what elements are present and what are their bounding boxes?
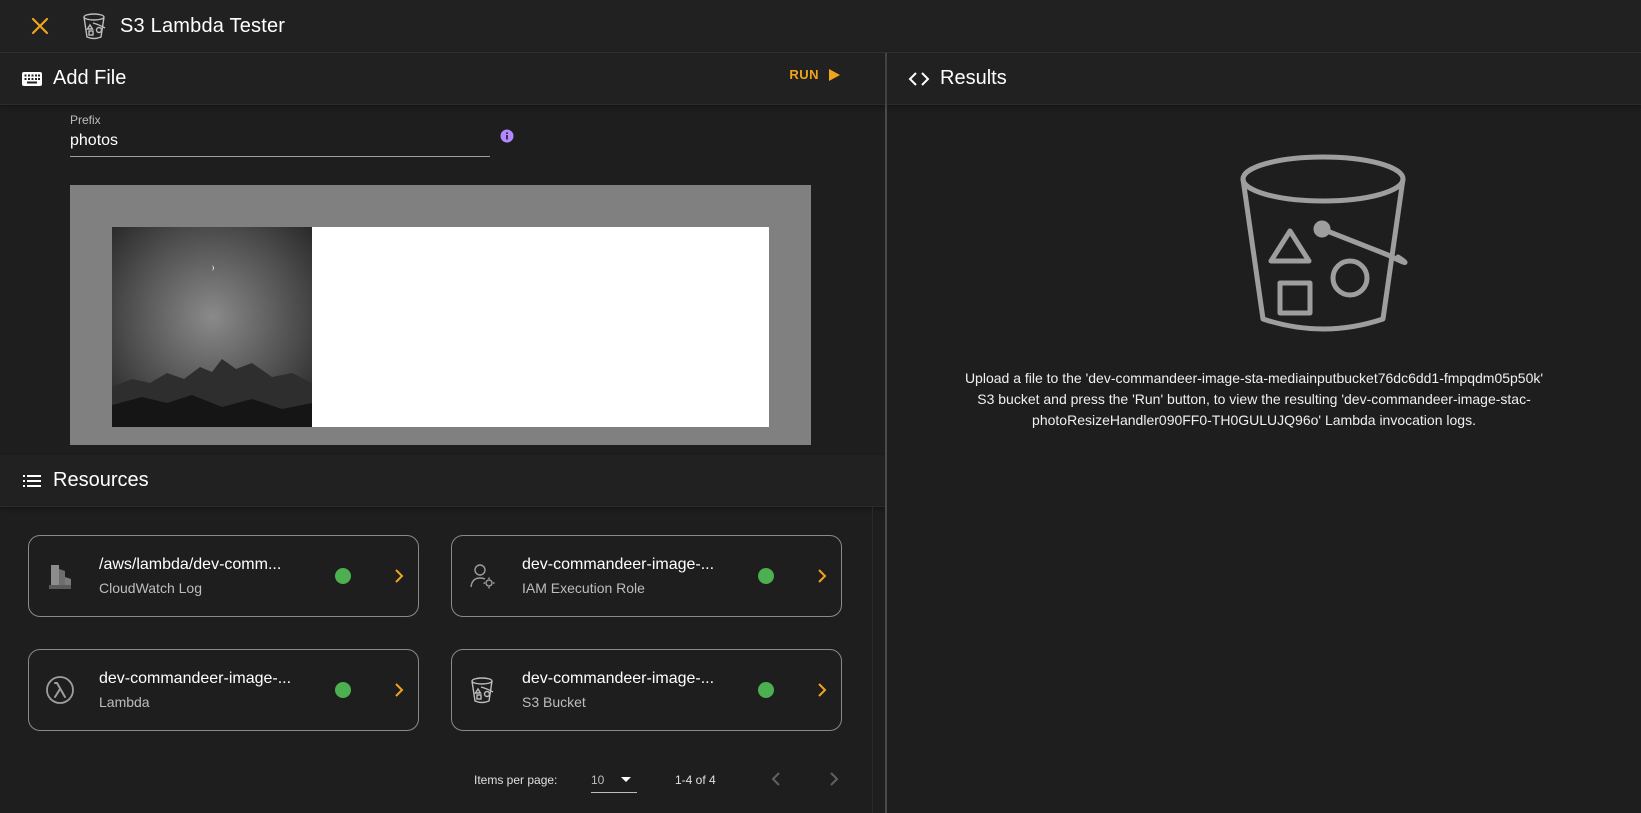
resource-card-text: dev-commandeer-image-... Lambda [99,670,299,710]
app-title: S3 Lambda Tester [120,14,286,37]
top-bar: S3 Lambda Tester [0,0,1641,53]
resources-section: Resources [0,455,885,507]
chevron-left-icon[interactable] [766,769,786,789]
file-drop-preview[interactable] [70,185,811,445]
s3-bucket-icon [83,13,106,40]
resource-card-text: dev-commandeer-image-... IAM Execution R… [522,556,722,596]
left-panel: Add File RUN Prefix photos Resources /aw… [0,53,885,813]
resource-card-text: dev-commandeer-image-... S3 Bucket [522,670,722,710]
resource-card-cloudwatch-log[interactable]: /aws/lambda/dev-comm... CloudWatch Log [28,535,419,617]
prefix-field: Prefix [70,113,490,157]
preview-blank-area [312,227,769,427]
chevron-right-icon[interactable] [824,769,844,789]
s3-bucket-icon [1240,154,1408,332]
info-icon[interactable] [500,129,514,143]
resource-type: CloudWatch Log [99,580,202,596]
iam-role-icon [470,564,495,589]
status-indicator [758,682,774,698]
items-per-page-select[interactable]: 10 [591,765,637,793]
prefix-input[interactable] [70,132,490,157]
resources-header: Resources [0,455,885,507]
results-instructions: Upload a file to the 'dev-commandeer-ima… [887,368,1641,431]
status-indicator [758,568,774,584]
results-message-line-3: photoResizeHandler090FF0-TH0GULUJQ96o' L… [1032,412,1476,428]
resource-name: dev-commandeer-image-... [522,556,715,573]
caret-down-icon [621,777,631,782]
code-icon [908,71,930,86]
add-file-title: Add File [53,67,127,89]
results-header: Results [887,53,1641,105]
list-icon [23,474,41,487]
resources-title: Resources [53,469,149,491]
resource-type: IAM Execution Role [522,580,645,596]
resource-type: Lambda [99,694,150,710]
run-button-label: RUN [789,67,819,82]
resource-card-s3-bucket[interactable]: dev-commandeer-image-... S3 Bucket [451,649,842,731]
cloudwatch-log-icon [49,565,71,589]
chevron-right-icon [818,683,827,697]
play-icon [829,68,840,81]
resource-name: dev-commandeer-image-... [99,670,292,687]
results-message-line-1: Upload a file to the 'dev-commandeer-ima… [964,370,1544,386]
keyboard-icon [22,71,42,86]
results-panel: Results Upload a file to the 'dev-comman… [887,53,1641,813]
chevron-right-icon [818,569,827,583]
prefix-label: Prefix [70,113,101,127]
run-button[interactable]: RUN [789,67,841,82]
chevron-right-icon [395,569,404,583]
image-preview [112,227,312,427]
resource-card-iam-role[interactable]: dev-commandeer-image-... IAM Execution R… [451,535,842,617]
resource-type: S3 Bucket [522,694,586,710]
resource-name: dev-commandeer-image-... [522,670,715,687]
resource-card-lambda[interactable]: dev-commandeer-image-... Lambda [28,649,419,731]
results-message-line-2: S3 bucket and press the 'Run' button, to… [977,391,1531,407]
paginator: Items per page: 10 1-4 of 4 [474,763,874,799]
status-indicator [335,682,351,698]
lambda-icon [46,676,74,704]
results-title: Results [940,67,1007,89]
close-icon[interactable] [30,16,50,36]
resource-name: /aws/lambda/dev-comm... [99,556,282,573]
items-per-page-value: 10 [591,773,605,787]
page-range-label: 1-4 of 4 [675,773,716,787]
add-file-header: Add File RUN [0,53,885,105]
s3-bucket-icon [471,677,494,704]
status-indicator [335,568,351,584]
chevron-right-icon [395,683,404,697]
items-per-page-label: Items per page: [474,773,558,787]
resource-card-text: /aws/lambda/dev-comm... CloudWatch Log [99,556,299,596]
